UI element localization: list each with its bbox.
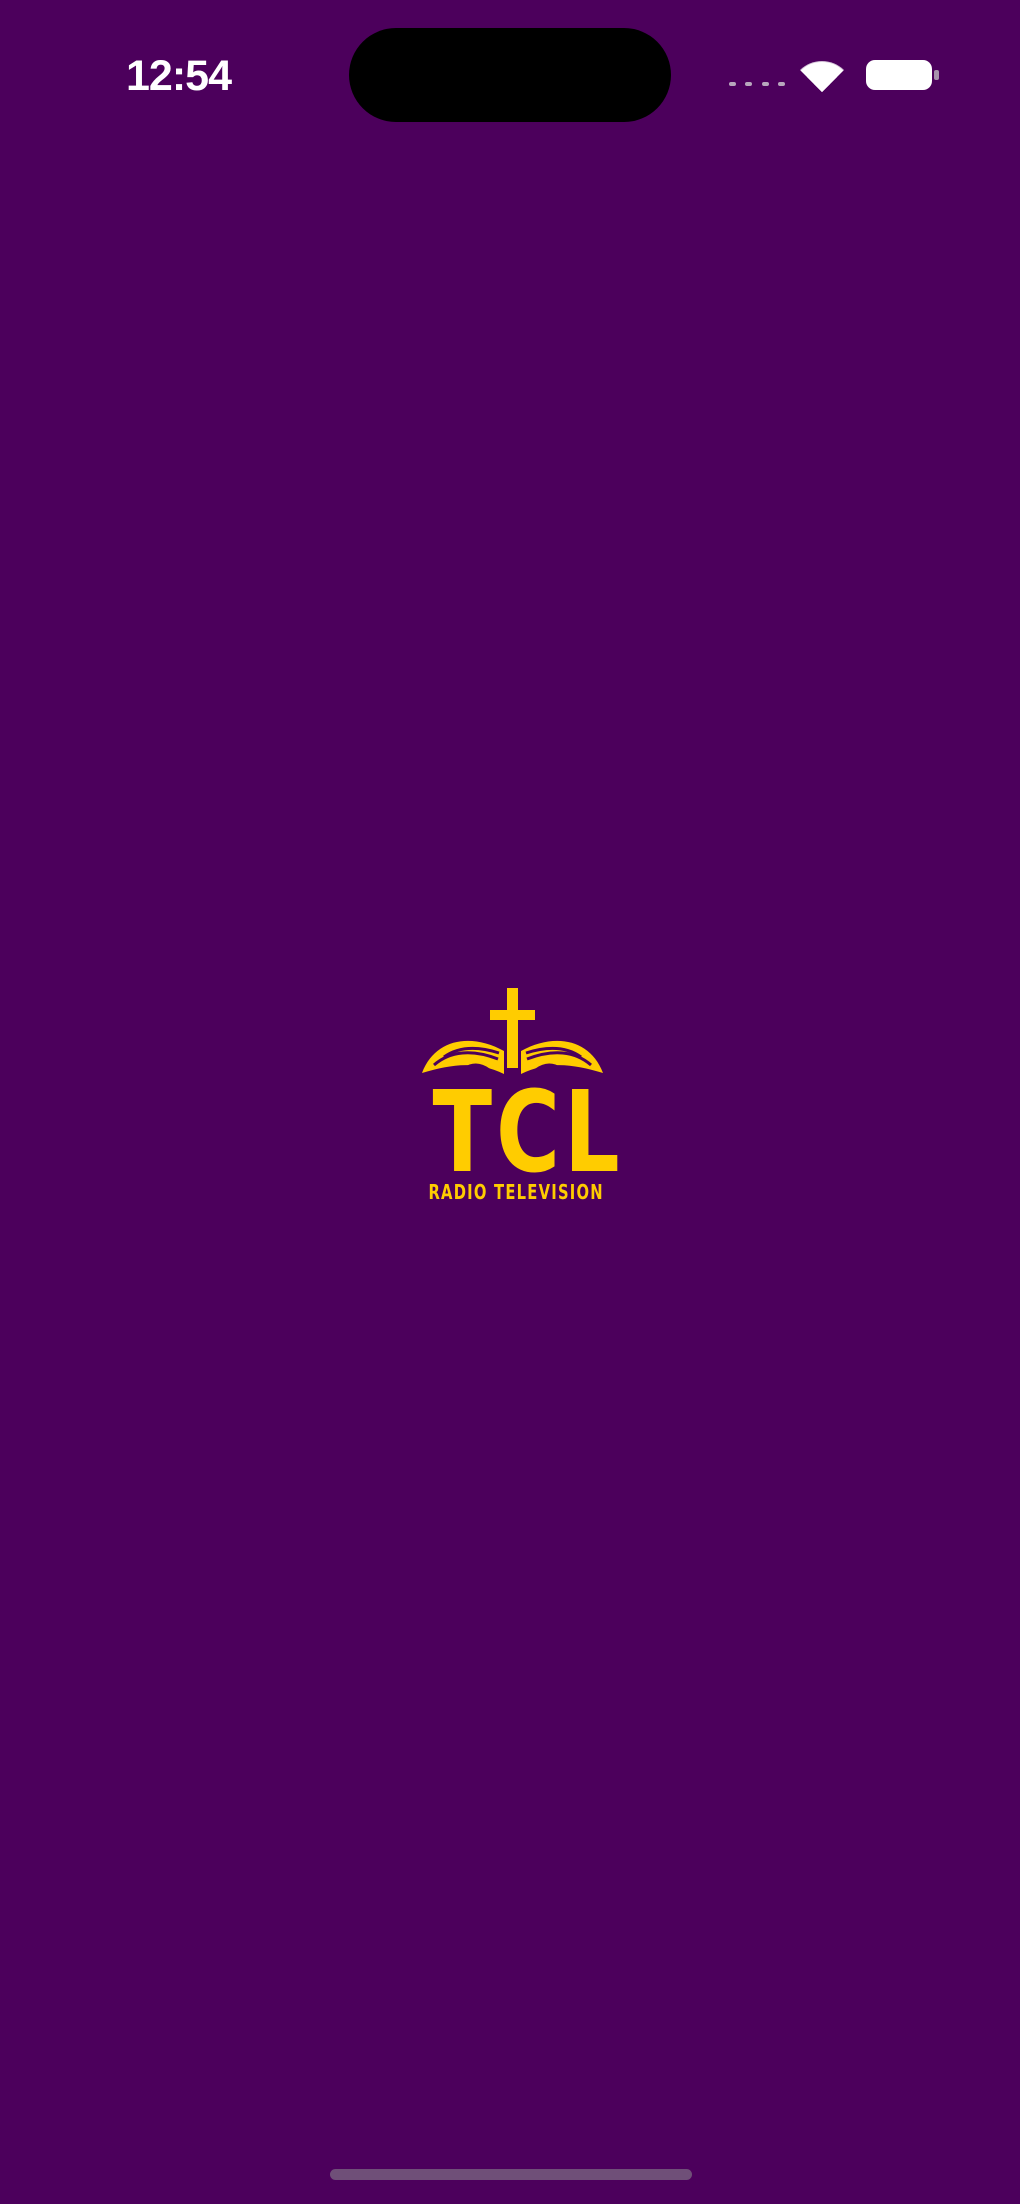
home-indicator[interactable]	[330, 2169, 692, 2180]
wifi-icon	[799, 60, 845, 92]
status-bar: 12:54	[0, 0, 1020, 150]
cellular-signal-icon	[729, 82, 785, 88]
splash-screen: 12:54 TCL RADIO TELEVISION	[0, 0, 1020, 2204]
status-time: 12:54	[126, 52, 232, 100]
logo-title: TCL	[432, 1068, 624, 1198]
logo-subtitle: RADIO TELEVISION	[428, 1180, 604, 1204]
battery-icon	[866, 60, 939, 90]
app-logo: TCL RADIO TELEVISION	[410, 985, 624, 1215]
dynamic-island	[349, 28, 671, 122]
